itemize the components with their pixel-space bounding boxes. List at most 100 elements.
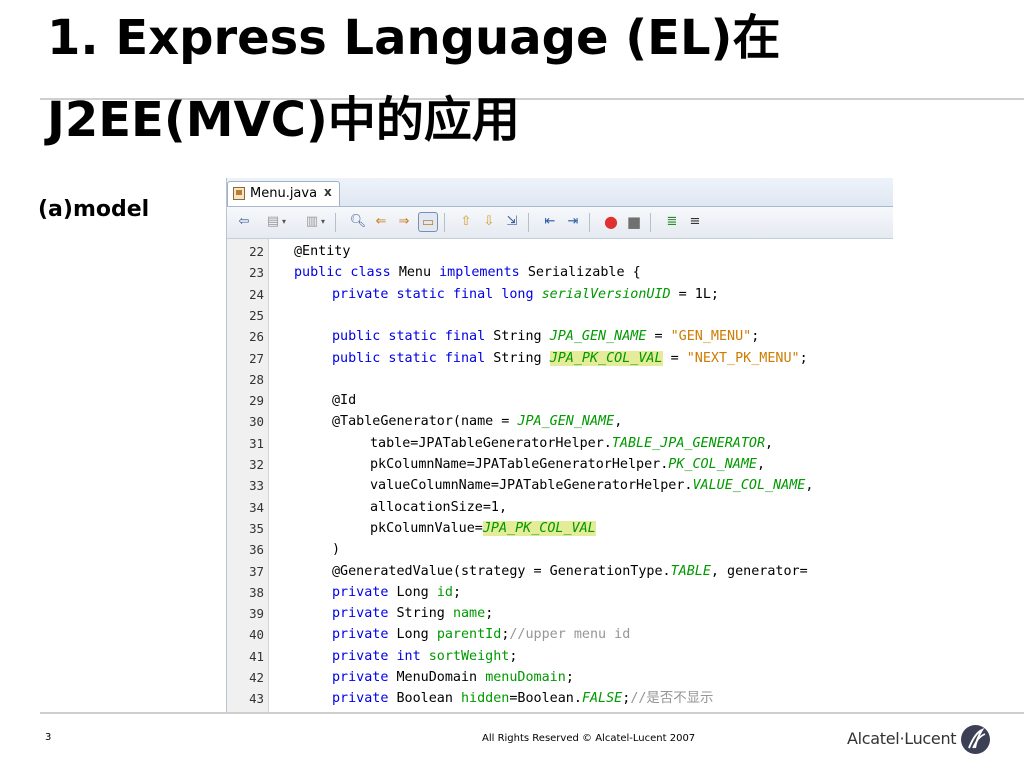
code-token: sortWeight — [428, 648, 510, 664]
alcatel-lucent-logo: Alcatel·Lucent — [847, 724, 997, 754]
code-line: private Long parentId;//upper menu id — [332, 624, 630, 645]
code-token: ; — [751, 329, 760, 345]
line-number: 36 — [249, 542, 264, 558]
code-token: Menu — [398, 265, 440, 281]
code-token: String — [396, 606, 453, 622]
code-line: allocationSize=1, — [370, 497, 507, 518]
code-token: Serializable { — [527, 265, 641, 281]
line-number-gutter: 22 23 24 25 26 27 28 29 30 31 32 33 34 35 36 37 38 39 40 41… — [227, 239, 269, 713]
code-token: //是否不显示 — [630, 691, 714, 707]
code-token: Long — [396, 584, 437, 600]
line-number: 32 — [249, 457, 264, 472]
code-token: , — [614, 414, 623, 430]
line-number: 40 — [249, 627, 264, 643]
toolbar-separator — [650, 213, 651, 232]
ide-editor-screenshot: Menu.java x ⇦ ▤ ▾ ▥ ▾ 🔍︎ ⇐ ⇒ ▭ ⇧ ⇩ ⇲ ⇤ ⇥… — [226, 178, 893, 713]
previous-bookmark-icon[interactable]: ⇧ — [456, 212, 476, 232]
code-token: @GeneratedValue(strategy = GenerationTyp… — [332, 563, 671, 579]
code-token: private — [332, 584, 397, 600]
code-token: String — [493, 350, 550, 366]
logo-mark-icon — [961, 725, 990, 754]
code-token: , — [756, 457, 766, 472]
code-line: @Id — [332, 390, 356, 411]
code-token: Long — [396, 627, 437, 643]
tab-label: Menu.java — [250, 186, 318, 201]
line-number: 23 — [249, 265, 264, 281]
code-area[interactable]: @Entity public class Menu implements Seri… — [269, 239, 893, 713]
find-previous-icon[interactable]: ⇐ — [371, 212, 391, 232]
code-line: pkColumnValue=JPA_PK_COL_VAL — [370, 518, 596, 539]
code-line: ) — [332, 539, 340, 560]
code-line: @TableGenerator(name = JPA_GEN_NAME, — [332, 411, 622, 432]
code-token: parentId — [436, 627, 502, 643]
find-next-icon[interactable]: ⇒ — [394, 212, 414, 232]
code-line: public class Menu implements Serializabl… — [294, 262, 641, 283]
code-token: @Entity — [294, 244, 351, 259]
comment-code-icon[interactable]: ≣ — [662, 212, 682, 232]
toolbar-separator — [444, 213, 445, 232]
code-token: ; — [485, 606, 494, 622]
find-icon[interactable]: 🔍︎ — [348, 212, 368, 232]
close-tab-icon[interactable]: x — [324, 185, 332, 199]
code-token: @Id — [332, 393, 357, 409]
editor-tab-menu-java[interactable]: Menu.java x — [227, 181, 340, 206]
shift-right-icon[interactable]: ⇥ — [563, 212, 583, 232]
toolbar-separator — [589, 213, 590, 232]
dropdown-arrow-icon[interactable]: ▾ — [279, 212, 289, 232]
copyright-notice: All Rights Reserved © Alcatel-Lucent 200… — [482, 733, 696, 744]
code-token: hidden — [461, 691, 510, 707]
code-token: VALUE_COL_NAME — [692, 478, 806, 494]
code-token: , — [805, 478, 814, 494]
code-token: pkColumnName=JPATableGeneratorHelper. — [370, 457, 669, 472]
code-token: String — [493, 329, 550, 345]
start-macro-recording-icon[interactable]: ● — [601, 212, 621, 232]
code-token: public static final — [332, 350, 494, 366]
code-token: //upper menu id — [509, 627, 631, 643]
code-token: =Boolean. — [509, 691, 582, 707]
code-token: "NEXT_PK_MENU" — [686, 350, 800, 366]
code-line: public static final String JPA_PK_COL_VA… — [332, 348, 808, 369]
line-number: 34 — [249, 499, 264, 515]
code-token: id — [436, 584, 453, 600]
code-token: serialVersionUID — [541, 286, 671, 302]
back-icon[interactable]: ⇦ — [234, 212, 254, 232]
code-token: public class — [294, 265, 399, 281]
line-number: 31 — [249, 435, 264, 451]
code-token: name — [452, 606, 486, 622]
code-token: Boolean — [396, 691, 461, 707]
code-token: valueColumnName=JPATableGeneratorHelper. — [370, 478, 693, 494]
code-token: ; — [509, 648, 518, 664]
code-token: JPA_GEN_NAME — [549, 329, 647, 345]
code-line: private static final long serialVersionU… — [332, 284, 719, 305]
toggle-bookmark-icon[interactable]: ⇲ — [502, 212, 522, 232]
code-token: = 1L; — [670, 286, 719, 302]
code-token: private int — [332, 648, 429, 664]
code-line: private int sortWeight; — [332, 646, 517, 667]
code-line: pkColumnName=JPATableGeneratorHelper.PK_… — [370, 454, 765, 475]
next-bookmark-icon[interactable]: ⇩ — [479, 212, 499, 232]
line-number: 25 — [249, 307, 264, 323]
code-token: ; — [565, 670, 574, 685]
line-number: 37 — [249, 563, 264, 579]
code-token: private — [332, 670, 397, 685]
code-token: private — [332, 691, 397, 707]
code-token: TABLE_JPA_GENERATOR — [611, 435, 766, 451]
line-number: 33 — [249, 478, 264, 494]
toggle-highlight-icon[interactable]: ▭ — [418, 212, 438, 232]
code-token: JPA_PK_COL_VAL — [482, 520, 596, 536]
code-token: MenuDomain — [396, 670, 486, 685]
line-number: 29 — [249, 393, 264, 409]
line-number: 30 — [249, 414, 264, 430]
page-number: 3 — [45, 732, 52, 743]
code-token: JPA_PK_COL_VAL — [549, 350, 663, 366]
shift-left-icon[interactable]: ⇤ — [540, 212, 560, 232]
code-token: ) — [332, 542, 341, 558]
code-token: = — [662, 350, 687, 366]
dropdown-arrow-icon[interactable]: ▾ — [318, 212, 328, 232]
code-token: public static final — [332, 329, 494, 345]
code-token: FALSE — [581, 691, 623, 707]
code-line: private String name; — [332, 603, 493, 624]
uncomment-code-icon[interactable]: ≡ — [685, 212, 705, 232]
stop-macro-recording-icon[interactable]: ■ — [624, 212, 644, 232]
code-line: private MenuDomain menuDomain; — [332, 667, 574, 688]
